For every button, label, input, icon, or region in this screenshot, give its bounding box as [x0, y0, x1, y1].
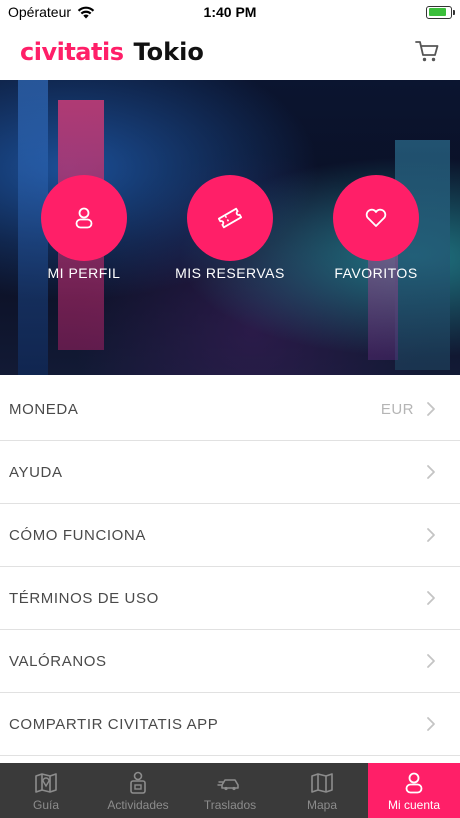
account-icon [405, 772, 423, 793]
carrier-label: Opérateur [8, 4, 72, 20]
transfer-icon [217, 778, 239, 790]
hero-banner: MI PERFIL MIS RESERVAS FAVORITOS [0, 80, 460, 375]
tab-label: Mapa [306, 797, 338, 812]
menu-item-share-app[interactable]: COMPARTIR CIVITATIS APP [0, 693, 460, 756]
menu-item-terms[interactable]: TÉRMINOS DE USO [0, 567, 460, 630]
status-bar: Opérateur 1:40 PM [0, 0, 460, 24]
tab-map[interactable]: Mapa [276, 763, 368, 818]
menu-item-label: MONEDA [9, 400, 79, 418]
menu-item-label: TÉRMINOS DE USO [9, 589, 159, 607]
status-left: Opérateur [8, 4, 95, 20]
bottom-tab-bar: Guía Actividades Traslados Mapa Mi cuent… [0, 763, 460, 818]
menu-item-label: AYUDA [9, 463, 63, 481]
tab-activities[interactable]: Actividades [92, 763, 184, 818]
person-icon [75, 207, 93, 229]
menu-item-rate-us[interactable]: VALÓRANOS [0, 630, 460, 693]
bookings-circle[interactable] [187, 175, 273, 261]
tab-label: Actividades [107, 797, 169, 812]
chevron-right-icon [427, 717, 435, 731]
chevron-right-icon [427, 591, 435, 605]
ticket-icon [217, 207, 243, 229]
favorites-circle[interactable] [333, 175, 419, 261]
chevron-right-icon [427, 402, 435, 416]
my-profile-button[interactable]: MI PERFIL [19, 175, 149, 281]
menu-item-currency[interactable]: MONEDA EUR [0, 378, 460, 441]
profile-circle[interactable] [41, 175, 127, 261]
tab-guide[interactable]: Guía [0, 763, 92, 818]
menu-item-label: COMPARTIR CIVITATIS APP [9, 715, 219, 733]
tab-label: Traslados [203, 797, 257, 812]
chevron-right-icon [427, 654, 435, 668]
tab-transfers[interactable]: Traslados [184, 763, 276, 818]
chevron-right-icon [427, 465, 435, 479]
tab-my-account[interactable]: Mi cuenta [368, 763, 460, 818]
activities-icon [130, 771, 146, 794]
heart-icon [365, 208, 387, 227]
my-profile-label: MI PERFIL [47, 265, 121, 281]
wifi-icon [77, 6, 95, 18]
menu-item-label: VALÓRANOS [9, 652, 107, 670]
menu-item-help[interactable]: AYUDA [0, 441, 460, 504]
favorites-button[interactable]: FAVORITOS [311, 175, 441, 281]
map-guide-icon [35, 772, 57, 793]
my-bookings-label: MIS RESERVAS [175, 265, 285, 281]
cart-icon[interactable] [414, 38, 440, 64]
app-header: civitatis Tokio [0, 24, 460, 80]
tab-label: Guía [32, 797, 59, 812]
settings-menu: MONEDA EUR AYUDA CÓMO FUNCIONA TÉRMINOS … [0, 378, 460, 756]
my-bookings-button[interactable]: MIS RESERVAS [165, 175, 295, 281]
menu-item-label: CÓMO FUNCIONA [9, 526, 146, 544]
tab-label: Mi cuenta [387, 797, 441, 812]
city-title: Tokio [133, 38, 204, 66]
brand-logo[interactable]: civitatis [20, 38, 124, 66]
menu-item-right: EUR [381, 401, 436, 418]
favorites-label: FAVORITOS [334, 265, 418, 281]
map-icon [311, 772, 333, 793]
battery-icon [426, 5, 455, 19]
currency-value: EUR [380, 400, 414, 418]
battery-fill [428, 8, 447, 16]
chevron-right-icon [427, 528, 435, 542]
menu-item-how-it-works[interactable]: CÓMO FUNCIONA [0, 504, 460, 567]
